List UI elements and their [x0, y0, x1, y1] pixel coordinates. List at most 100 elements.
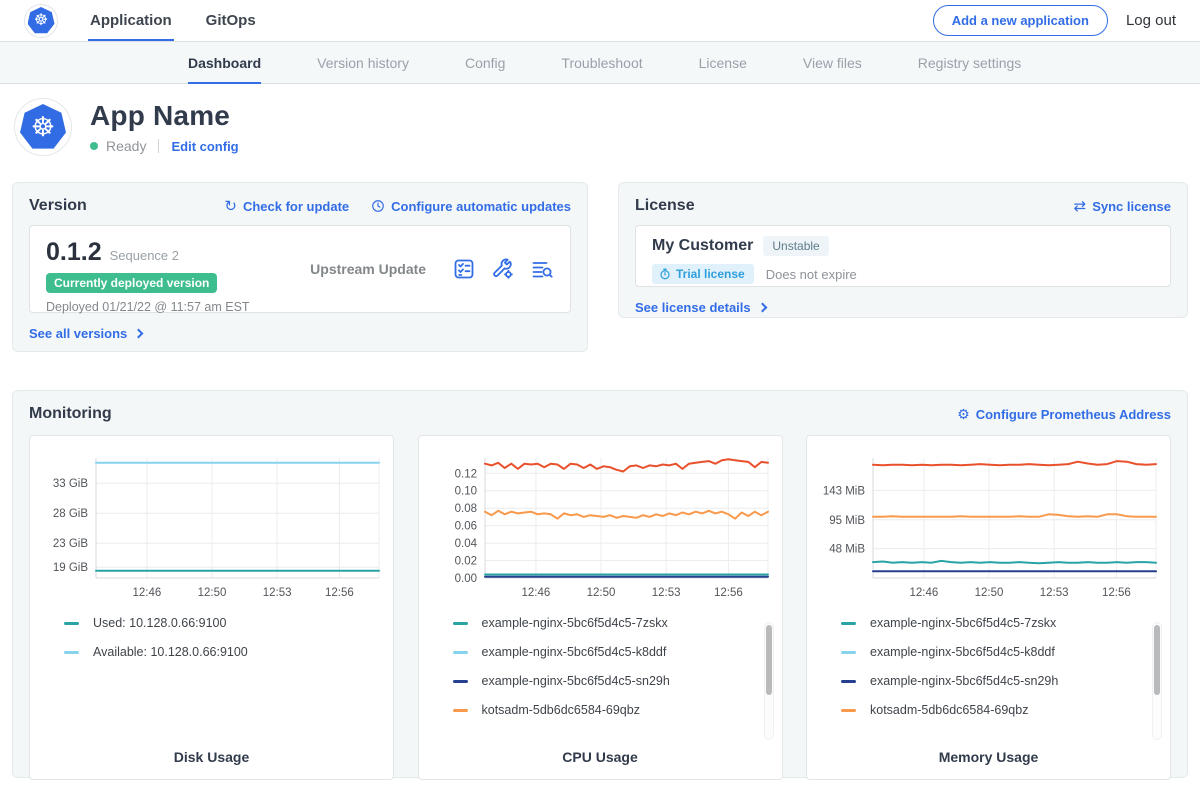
- cpu-usage-chart: 0.000.020.040.060.080.100.1212:4612:5012…: [431, 450, 772, 600]
- svg-text:143 MiB: 143 MiB: [823, 485, 866, 497]
- chart-title: Memory Usage: [807, 749, 1170, 765]
- legend-item: Available: 10.128.0.66:9100: [64, 645, 381, 659]
- tab-license[interactable]: License: [699, 42, 747, 84]
- version-card-title: Version: [29, 197, 87, 215]
- legend-swatch: [64, 651, 79, 654]
- legend-label: kotsadm-5db6dc6584-69qbz: [482, 703, 640, 717]
- channel-badge: Unstable: [763, 236, 828, 256]
- chart-title: CPU Usage: [419, 749, 782, 765]
- tab-registry-settings-label: Registry settings: [918, 55, 1021, 71]
- legend-item: example-nginx-5bc6f5d4c5-7zskx: [453, 616, 770, 630]
- svg-text:12:53: 12:53: [263, 587, 292, 599]
- tab-config[interactable]: Config: [465, 42, 505, 84]
- legend-label: example-nginx-5bc6f5d4c5-sn29h: [482, 674, 670, 688]
- legend-label: example-nginx-5bc6f5d4c5-sn29h: [870, 674, 1058, 688]
- tab-version-history-label: Version history: [317, 55, 409, 71]
- page-title: App Name: [90, 100, 239, 132]
- chevron-right-icon: [757, 303, 767, 313]
- license-type-badge: Trial license: [652, 264, 754, 284]
- status-badge: Ready: [106, 138, 146, 154]
- top-tab-application[interactable]: Application: [88, 0, 174, 41]
- legend-item: kotsadm-5db6dc6584-69qbz: [841, 703, 1158, 717]
- scrollbar-thumb[interactable]: [1154, 625, 1160, 695]
- cpu-usage-legend: example-nginx-5bc6f5d4c5-7zskx example-n…: [431, 616, 770, 717]
- check-for-update-label: Check for update: [243, 199, 349, 214]
- chevron-right-icon: [134, 329, 144, 339]
- cpu-usage-card: 0.000.020.040.060.080.100.1212:4612:5012…: [418, 435, 783, 780]
- svg-text:12:53: 12:53: [651, 587, 680, 599]
- chart-title: Disk Usage: [30, 749, 393, 765]
- legend-item: example-nginx-5bc6f5d4c5-k8ddf: [453, 645, 770, 659]
- logout-link[interactable]: Log out: [1126, 12, 1176, 29]
- legend-swatch: [453, 622, 468, 625]
- svg-text:0.02: 0.02: [454, 556, 476, 568]
- app-header: ☸ App Name Ready Edit config: [0, 84, 1200, 170]
- monitoring-title: Monitoring: [29, 405, 112, 423]
- tab-registry-settings[interactable]: Registry settings: [918, 42, 1021, 84]
- app-sub-nav: Dashboard Version history Config Trouble…: [0, 42, 1200, 84]
- top-nav: ☸ Application GitOps Add a new applicati…: [0, 0, 1200, 42]
- legend-label: example-nginx-5bc6f5d4c5-7zskx: [482, 616, 668, 630]
- svg-text:19 GiB: 19 GiB: [53, 562, 88, 574]
- gear-icon: ⚙: [957, 407, 970, 421]
- top-nav-tabs: Application GitOps: [88, 0, 288, 41]
- config-values-icon[interactable]: [491, 257, 515, 281]
- legend-label: Used: 10.128.0.66:9100: [93, 616, 226, 630]
- legend-swatch: [64, 622, 79, 625]
- deploy-logs-icon[interactable]: [530, 257, 554, 281]
- license-summary-row: My Customer Unstable Trial license Does …: [635, 225, 1171, 287]
- configure-automatic-updates-link[interactable]: Configure automatic updates: [371, 199, 571, 214]
- kots-logo: ☸: [24, 4, 58, 38]
- sync-arrows-icon: ⇄: [1074, 199, 1087, 214]
- see-license-details-link[interactable]: See license details: [635, 300, 766, 315]
- monitoring-panel: Monitoring ⚙ Configure Prometheus Addres…: [12, 390, 1188, 778]
- tab-dashboard-label: Dashboard: [188, 55, 261, 71]
- configure-prometheus-link[interactable]: ⚙ Configure Prometheus Address: [957, 407, 1171, 422]
- see-license-details-label: See license details: [635, 300, 751, 315]
- preflight-checks-icon[interactable]: [452, 257, 476, 281]
- svg-text:0.08: 0.08: [454, 503, 476, 515]
- svg-text:12:46: 12:46: [133, 587, 162, 599]
- see-all-versions-link[interactable]: See all versions: [29, 326, 142, 341]
- edit-config-link[interactable]: Edit config: [171, 139, 238, 154]
- top-tab-gitops[interactable]: GitOps: [204, 0, 258, 41]
- svg-text:23 GiB: 23 GiB: [53, 538, 88, 550]
- top-tab-gitops-label: GitOps: [206, 12, 256, 29]
- disk-usage-chart: 19 GiB23 GiB28 GiB33 GiB12:4612:5012:531…: [42, 450, 383, 600]
- configure-prometheus-label: Configure Prometheus Address: [976, 407, 1171, 422]
- divider: [158, 139, 159, 153]
- tab-dashboard[interactable]: Dashboard: [188, 42, 261, 84]
- refresh-icon: ↻: [224, 199, 237, 214]
- clock-refresh-icon: [371, 199, 385, 213]
- tab-troubleshoot-label: Troubleshoot: [561, 55, 642, 71]
- customer-name: My Customer: [652, 237, 753, 255]
- check-for-update-link[interactable]: ↻ Check for update: [224, 199, 349, 214]
- tab-troubleshoot[interactable]: Troubleshoot: [561, 42, 642, 84]
- svg-text:0.04: 0.04: [454, 538, 477, 550]
- legend-swatch: [841, 651, 856, 654]
- stopwatch-icon: [659, 268, 671, 280]
- svg-text:33 GiB: 33 GiB: [53, 478, 88, 490]
- current-version-row: 0.1.2 Sequence 2 Currently deployed vers…: [29, 225, 571, 313]
- svg-text:12:50: 12:50: [586, 587, 615, 599]
- svg-text:0.10: 0.10: [454, 486, 476, 498]
- tab-view-files[interactable]: View files: [803, 42, 862, 84]
- legend-swatch: [841, 680, 856, 683]
- sync-license-link[interactable]: ⇄ Sync license: [1074, 199, 1171, 214]
- tab-version-history[interactable]: Version history: [317, 42, 409, 84]
- sync-license-label: Sync license: [1092, 199, 1171, 214]
- top-tab-application-label: Application: [90, 12, 172, 29]
- license-card: License ⇄ Sync license My Customer Unsta…: [618, 182, 1188, 318]
- add-application-button[interactable]: Add a new application: [933, 5, 1108, 36]
- scrollbar-thumb[interactable]: [766, 625, 772, 695]
- svg-text:28 GiB: 28 GiB: [53, 508, 88, 520]
- top-nav-right: Add a new application Log out: [933, 5, 1176, 36]
- legend-swatch: [841, 709, 856, 712]
- main-content: Version ↻ Check for update Configure aut…: [0, 182, 1200, 778]
- memory-usage-card: 48 MiB95 MiB143 MiB12:4612:5012:5312:56 …: [806, 435, 1171, 780]
- legend-scrollbar: [1152, 622, 1162, 740]
- svg-text:12:46: 12:46: [910, 587, 939, 599]
- legend-label: example-nginx-5bc6f5d4c5-7zskx: [870, 616, 1056, 630]
- deployed-timestamp: Deployed 01/21/22 @ 11:57 am EST: [46, 300, 310, 314]
- version-card: Version ↻ Check for update Configure aut…: [12, 182, 588, 352]
